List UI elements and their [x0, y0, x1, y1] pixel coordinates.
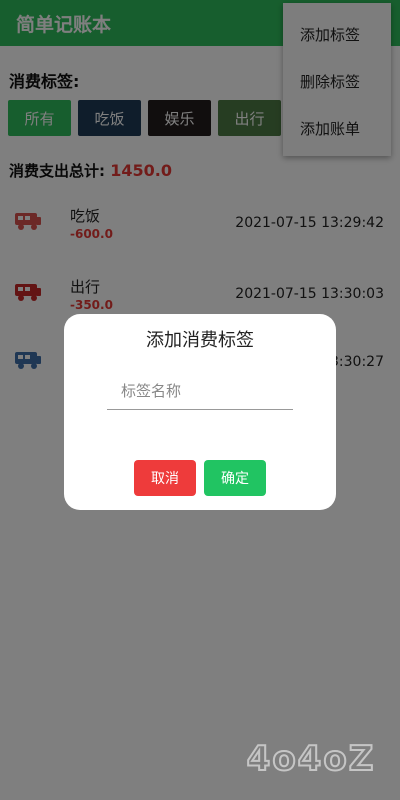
svg-text:4o4oZ: 4o4oZ — [247, 739, 376, 779]
dialog-title: 添加消费标签 — [146, 330, 254, 351]
tag-name-input[interactable] — [107, 372, 293, 410]
add-tag-dialog: 添加消费标签 取消 确定 — [64, 314, 336, 510]
cancel-button[interactable]: 取消 — [134, 460, 196, 496]
watermark-logo: 4o4oZ — [246, 738, 376, 780]
confirm-button[interactable]: 确定 — [204, 460, 266, 496]
